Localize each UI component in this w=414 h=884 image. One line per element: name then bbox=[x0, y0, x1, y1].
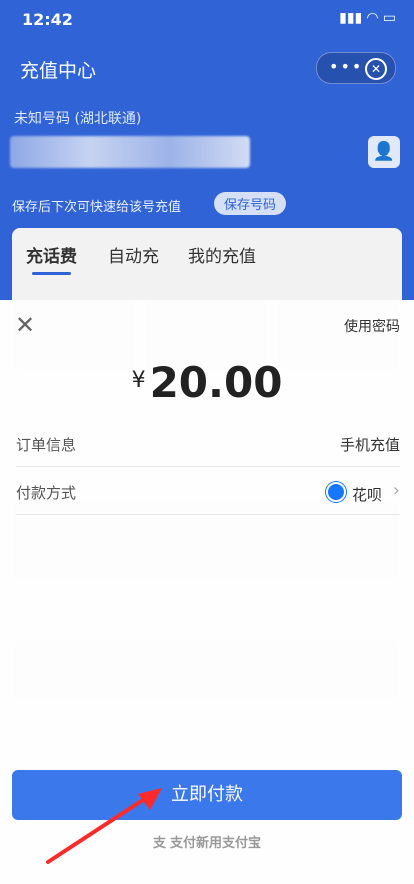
payment-method-value: 花呗 bbox=[325, 482, 382, 505]
signal-icon: ▮▮▮ bbox=[339, 10, 363, 26]
tab-auto-recharge[interactable]: 自动充 bbox=[108, 242, 159, 267]
close-icon[interactable]: ✕ bbox=[14, 313, 36, 337]
contact-icon[interactable]: 👤 bbox=[368, 136, 400, 168]
wifi-icon: ◠ bbox=[367, 10, 378, 26]
more-icon[interactable]: ••• bbox=[329, 57, 363, 76]
number-carrier-label: 未知号码 (湖北联通) bbox=[14, 111, 142, 127]
phone-number-input[interactable] bbox=[10, 136, 250, 168]
status-bar: 12:42 ▮▮▮ ◠ ▭ bbox=[0, 0, 414, 40]
recharge-header: 充值中心 ••• ✕ 未知号码 (湖北联通) 👤 保存后下次可快速给该号充值 保… bbox=[0, 40, 414, 300]
payment-method-name: 花呗 bbox=[351, 486, 382, 504]
battery-icon: ▭ bbox=[382, 10, 396, 26]
payment-method-row[interactable]: 付款方式 花呗 › bbox=[16, 468, 400, 515]
payment-amount: ¥20.00 bbox=[0, 358, 414, 407]
huabei-icon bbox=[325, 482, 346, 502]
status-time: 12:42 bbox=[22, 10, 73, 29]
status-icons: ▮▮▮ ◠ ▭ bbox=[339, 10, 396, 26]
order-info-value: 手机充值 bbox=[339, 436, 400, 454]
use-password-link[interactable]: 使用密码 bbox=[344, 316, 400, 336]
save-hint: 保存后下次可快速给该号充值 bbox=[12, 200, 182, 215]
tab-my-recharge[interactable]: 我的充值 bbox=[188, 242, 256, 267]
arrow-shaft bbox=[46, 792, 154, 864]
page-title: 充值中心 bbox=[20, 60, 97, 82]
tab-bar: 充话费 自动充 我的充值 bbox=[12, 228, 402, 300]
annotation-arrow bbox=[46, 788, 162, 864]
order-info-label: 订单信息 bbox=[16, 436, 77, 454]
payment-method-label: 付款方式 bbox=[16, 484, 77, 502]
currency-symbol: ¥ bbox=[131, 368, 146, 393]
footer-text: 支付新用支付宝 bbox=[170, 836, 262, 851]
save-number-button[interactable]: 保存号码 bbox=[214, 192, 287, 215]
close-icon[interactable]: ✕ bbox=[365, 58, 387, 80]
chevron-right-icon: › bbox=[392, 480, 400, 501]
order-info-row: 订单信息 手机充值 bbox=[16, 420, 400, 467]
tab-phone-fee[interactable]: 充话费 bbox=[26, 242, 77, 275]
amount-value: 20.00 bbox=[149, 358, 283, 407]
mini-app-capsule[interactable]: ••• ✕ bbox=[316, 52, 396, 84]
